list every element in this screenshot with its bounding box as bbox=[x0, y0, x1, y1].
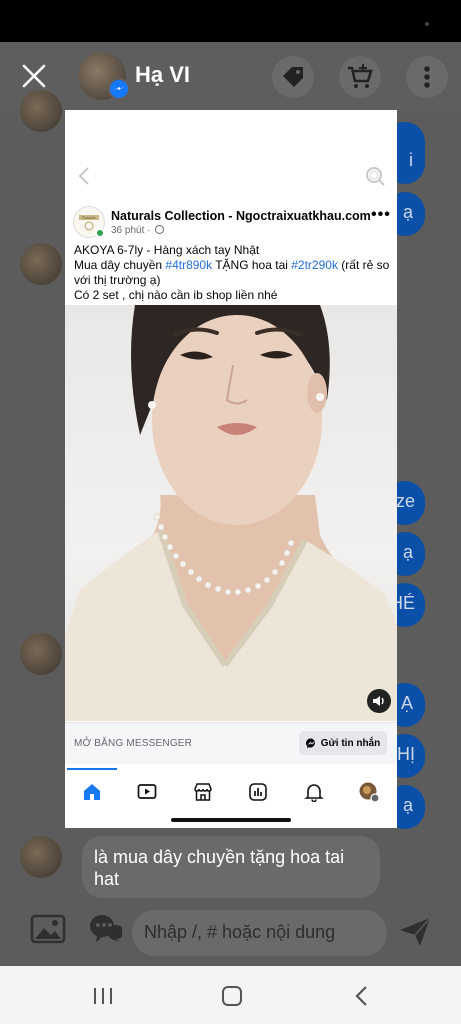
sender-avatar[interactable] bbox=[20, 90, 62, 132]
more-options-button[interactable] bbox=[406, 56, 448, 98]
sender-avatar[interactable] bbox=[20, 836, 62, 878]
tab-home[interactable] bbox=[80, 780, 104, 804]
post-options-button[interactable]: ••• bbox=[371, 206, 391, 224]
bell-icon bbox=[304, 784, 324, 802]
more-horizontal-icon: ••• bbox=[371, 206, 391, 223]
tab-feeds[interactable] bbox=[246, 780, 270, 804]
tag-icon bbox=[283, 67, 303, 87]
home-icon bbox=[84, 784, 100, 800]
page-name[interactable]: Naturals Collection - Ngoctraixuatkhau.c… bbox=[111, 209, 371, 223]
home-indicator bbox=[171, 818, 291, 822]
send-message-button[interactable]: Gửi tin nhắn bbox=[299, 731, 387, 755]
system-navigation-bar bbox=[0, 966, 461, 1024]
tab-notifications[interactable] bbox=[302, 780, 326, 804]
profile-avatar-icon bbox=[359, 782, 380, 803]
active-tab-indicator bbox=[67, 768, 117, 770]
home-button[interactable] bbox=[217, 982, 247, 1010]
message-input[interactable]: Nhập /, # hoặc nội dung bbox=[132, 910, 387, 956]
recents-icon bbox=[94, 988, 112, 1004]
post-caption: AKOYA 6-7ly - Hàng xách tay Nhật Mua dây… bbox=[74, 243, 390, 303]
svg-text:Naturals: Naturals bbox=[82, 215, 96, 220]
message-composer: Nhập /, # hoặc nội dung bbox=[0, 902, 461, 966]
hashtag-link[interactable]: #2tr290k bbox=[291, 258, 338, 272]
message-text: là mua dây chuyền tặng hoa tai hat bbox=[94, 847, 345, 889]
caption-line: Mua dây chuyền #4tr890k TẶNG hoa tai #2t… bbox=[74, 258, 390, 287]
home-nav-icon bbox=[222, 986, 242, 1006]
post-header-area: Naturals Naturals Collection - Ngoctraix… bbox=[65, 110, 397, 310]
cart-add-icon bbox=[348, 64, 373, 88]
caption-line: Có 2 set , chị nào cần ib shop liền nhé bbox=[74, 288, 278, 302]
contact-name[interactable]: Hạ VI bbox=[135, 62, 190, 88]
back-nav-icon bbox=[355, 986, 367, 1006]
tab-watch[interactable] bbox=[135, 780, 159, 804]
tag-button[interactable] bbox=[272, 56, 314, 98]
search-icon[interactable] bbox=[363, 164, 387, 188]
sender-avatar[interactable] bbox=[20, 633, 62, 675]
image-icon[interactable] bbox=[30, 914, 66, 944]
hashtag-link[interactable]: #4tr890k bbox=[165, 258, 212, 272]
online-status-dot bbox=[95, 228, 105, 238]
messenger-icon bbox=[108, 78, 130, 100]
messenger-small-icon bbox=[305, 737, 315, 748]
sender-avatar[interactable] bbox=[20, 243, 62, 285]
close-icon bbox=[22, 64, 46, 88]
chat-header: Hạ VI bbox=[0, 42, 461, 110]
back-chevron-icon[interactable] bbox=[73, 164, 95, 188]
post-photo[interactable] bbox=[65, 305, 397, 721]
tab-marketplace[interactable] bbox=[191, 780, 215, 804]
recents-button[interactable] bbox=[88, 982, 118, 1010]
back-button[interactable] bbox=[347, 982, 377, 1010]
more-vertical-icon bbox=[424, 66, 430, 88]
open-in-messenger-label: MỞ BẰNG MESSENGER bbox=[74, 738, 193, 749]
cart-button[interactable] bbox=[339, 56, 381, 98]
caption-line: AKOYA 6-7ly - Hàng xách tay Nhật bbox=[74, 243, 260, 257]
shared-post-preview: Naturals Naturals Collection - Ngoctraix… bbox=[65, 110, 397, 828]
status-bar bbox=[0, 0, 461, 42]
chat-bubble-incoming[interactable]: là mua dây chuyền tặng hoa tai hat bbox=[82, 836, 380, 898]
model-with-pearl-necklace-image bbox=[65, 305, 397, 721]
watch-icon bbox=[137, 784, 157, 799]
marketplace-icon bbox=[194, 783, 212, 801]
volume-icon bbox=[373, 696, 384, 706]
volume-button[interactable] bbox=[367, 689, 391, 713]
status-indicator bbox=[425, 22, 429, 26]
facebook-tab-bar bbox=[65, 764, 397, 814]
globe-icon bbox=[155, 225, 165, 234]
sticker-icon[interactable] bbox=[86, 912, 122, 944]
open-in-messenger-bar: MỞ BẰNG MESSENGER Gửi tin nhắn bbox=[65, 722, 397, 764]
send-icon[interactable] bbox=[398, 916, 432, 948]
feeds-icon bbox=[249, 783, 267, 801]
post-timestamp: 36 phút · bbox=[111, 225, 165, 236]
tab-profile[interactable] bbox=[357, 780, 381, 804]
